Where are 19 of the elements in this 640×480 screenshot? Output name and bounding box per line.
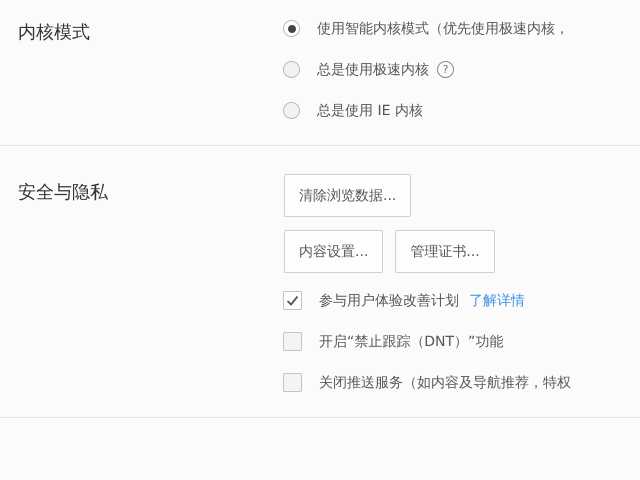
checkbox[interactable]: [283, 373, 302, 392]
settings-button[interactable]: 管理证书...: [395, 230, 495, 273]
checkbox[interactable]: [283, 332, 302, 351]
option-label: 关闭推送服务（如内容及导航推荐，特权: [319, 374, 571, 392]
option-label: 开启“禁止跟踪（DNT）”功能: [319, 332, 504, 350]
checkbox[interactable]: [283, 291, 302, 310]
option-label: 参与用户体验改善计划: [319, 292, 459, 310]
section-title: 内核模式: [18, 21, 91, 45]
radio-button[interactable]: [283, 61, 300, 78]
settings-button[interactable]: 内容设置...: [284, 230, 384, 273]
option-label: 总是使用 IE 内核: [317, 102, 423, 120]
checkmark-icon: [286, 295, 299, 306]
radio-button[interactable]: [283, 20, 300, 37]
radio-button[interactable]: [283, 102, 300, 119]
help-icon[interactable]: ?: [437, 61, 454, 78]
settings-button[interactable]: 清除浏览数据...: [284, 174, 412, 217]
section-title: 安全与隐私: [18, 181, 109, 205]
option-label: 总是使用极速内核: [317, 60, 429, 78]
option-label: 使用智能内核模式（优先使用极速内核，: [317, 20, 569, 38]
